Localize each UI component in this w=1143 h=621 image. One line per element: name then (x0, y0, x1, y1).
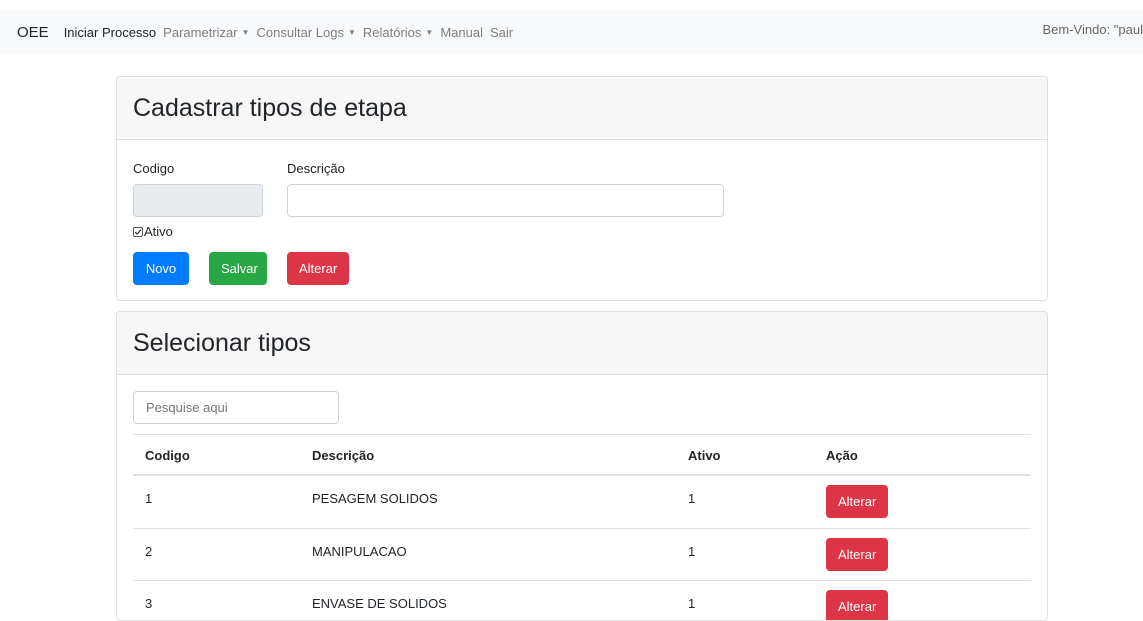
check-icon (134, 228, 142, 236)
table-row: 1 PESAGEM SOLIDOS 1 Alterar (133, 476, 1031, 528)
row-ativo: 1 (688, 596, 695, 611)
welcome-text: Bem-Vindo: "paul (1043, 22, 1143, 37)
col-codigo: Codigo (145, 448, 190, 463)
row-descricao: MANIPULACAO (312, 544, 407, 559)
nav-relatorios[interactable]: Relatórios▼ (363, 25, 433, 40)
descricao-label: Descrição (287, 161, 345, 176)
row-alterar-button[interactable]: Alterar (826, 485, 888, 518)
novo-button[interactable]: Novo (133, 252, 189, 285)
card-title: Cadastrar tipos de etapa (117, 77, 1047, 140)
col-ativo: Ativo (688, 448, 721, 463)
row-descricao: ENVASE DE SOLIDOS (312, 596, 447, 611)
top-navbar: OEE Iniciar Processo Parametrizar▼ Consu… (0, 10, 1143, 54)
brand-logo[interactable]: OEE (17, 24, 49, 41)
caret-down-icon: ▼ (242, 28, 250, 37)
ativo-checkbox[interactable] (133, 227, 143, 237)
nav-iniciar-processo[interactable]: Iniciar Processo (64, 25, 156, 40)
register-step-type-card: Cadastrar tipos de etapa Codigo Descriçã… (116, 76, 1048, 301)
codigo-label: Codigo (133, 161, 174, 176)
codigo-input[interactable] (133, 184, 263, 217)
row-ativo: 1 (688, 544, 695, 559)
salvar-button[interactable]: Salvar (209, 252, 267, 285)
select-types-card: Selecionar tipos Codigo Descrição Ativo … (116, 311, 1048, 621)
caret-down-icon: ▼ (348, 28, 356, 37)
ativo-checkbox-group[interactable]: Ativo (133, 224, 173, 239)
nav-consultar-logs[interactable]: Consultar Logs▼ (257, 25, 356, 40)
col-descricao: Descrição (312, 448, 374, 463)
row-ativo: 1 (688, 491, 695, 506)
search-input[interactable] (133, 391, 339, 424)
row-descricao: PESAGEM SOLIDOS (312, 491, 438, 506)
row-codigo: 1 (145, 491, 152, 506)
nav-sair[interactable]: Sair (490, 25, 513, 40)
row-codigo: 3 (145, 596, 152, 611)
caret-down-icon: ▼ (425, 28, 433, 37)
types-table: Codigo Descrição Ativo Ação 1 PESAGEM SO… (133, 434, 1031, 621)
table-row: 3 ENVASE DE SOLIDOS 1 Alterar (133, 580, 1031, 621)
nav-parametrizar[interactable]: Parametrizar▼ (163, 25, 249, 40)
nav-manual[interactable]: Manual (440, 25, 483, 40)
table-row: 2 MANIPULACAO 1 Alterar (133, 528, 1031, 580)
ativo-label: Ativo (144, 224, 173, 239)
col-acao: Ação (826, 448, 858, 463)
alterar-button[interactable]: Alterar (287, 252, 349, 285)
row-codigo: 2 (145, 544, 152, 559)
row-alterar-button[interactable]: Alterar (826, 538, 888, 571)
descricao-input[interactable] (287, 184, 724, 217)
row-alterar-button[interactable]: Alterar (826, 590, 888, 621)
card-title: Selecionar tipos (117, 312, 1047, 375)
table-header-row: Codigo Descrição Ativo Ação (133, 434, 1031, 476)
